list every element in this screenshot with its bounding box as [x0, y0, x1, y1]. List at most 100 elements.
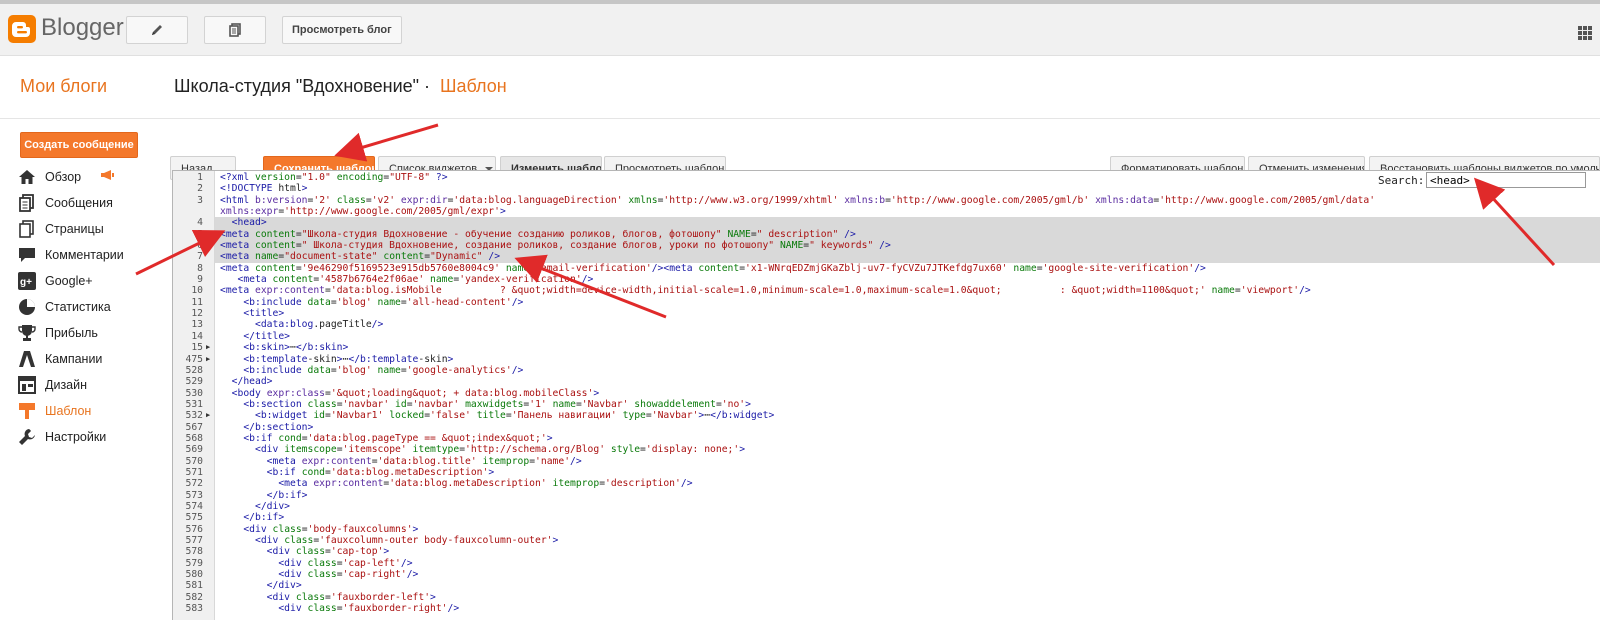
code-line[interactable]: 572 <meta expr:content='data:blog.metaDe…: [173, 478, 1600, 489]
code-line[interactable]: 10 <meta expr:content='data:blog.isMobile…: [173, 285, 1600, 296]
line-number: 579: [185, 557, 204, 569]
sidebar-item-stats[interactable]: Статистика: [18, 296, 158, 318]
line-number: 532: [185, 410, 204, 422]
sidebar-item-posts[interactable]: Сообщения: [18, 192, 158, 214]
sidebar-item-label: Сообщения: [45, 196, 113, 210]
code-line[interactable]: 15 ▶ <b:skin>⋯</b:skin>: [173, 342, 1600, 353]
code-line[interactable]: 575 </b:if>: [173, 512, 1600, 523]
new-post-button[interactable]: [126, 16, 188, 44]
wrench-icon: [18, 428, 36, 446]
code-text: </div>: [255, 500, 291, 512]
code-line[interactable]: 579 <div class='cap-left'/>: [173, 558, 1600, 569]
sidebar-item-label: Статистика: [45, 300, 111, 314]
line-number: 581: [185, 580, 204, 592]
search-input[interactable]: [1426, 172, 1586, 188]
line-number: 14: [191, 330, 203, 342]
sidebar-item-comments[interactable]: Комментарии: [18, 244, 158, 266]
code-text: <html b:version='2' class='v2' expr:dir=…: [220, 194, 1376, 206]
code-line[interactable]: 4 <head>: [173, 217, 1600, 228]
code-line[interactable]: 567 </b:section>: [173, 422, 1600, 433]
fold-arrow-icon[interactable]: ▶: [206, 342, 210, 353]
code-line[interactable]: 9 <meta content='4587b6764e2f06ae' name=…: [173, 274, 1600, 285]
code-line[interactable]: 3 <html b:version='2' class='v2' expr:dir…: [173, 195, 1600, 206]
create-post-button[interactable]: Создать сообщение: [20, 132, 138, 158]
annotation-arrow: [334, 123, 439, 162]
pages-icon: [18, 220, 36, 238]
sidebar-item-google-plus[interactable]: g+ Google+: [18, 270, 158, 292]
fold-arrow-icon[interactable]: ▶: [206, 354, 210, 365]
line-number: 578: [185, 546, 204, 558]
line-number: 4: [197, 217, 203, 229]
code-line[interactable]: 528 <b:include data='blog' name='google-…: [173, 365, 1600, 376]
code-editor[interactable]: 1 <?xml version="1.0" encoding="UTF-8" ?>…: [172, 170, 1600, 620]
code-line[interactable]: 14 </title>: [173, 331, 1600, 342]
sidebar-item-pages[interactable]: Страницы: [18, 218, 158, 240]
code-text: <b:template-skin>⋯</b:template-skin>: [243, 353, 454, 365]
code-line[interactable]: 12 <title>: [173, 308, 1600, 319]
code-line[interactable]: 11 <b:include data='blog' name='all-head…: [173, 297, 1600, 308]
my-blogs-link[interactable]: Мои блоги: [20, 76, 107, 97]
code-text: </title>: [243, 330, 291, 342]
blogger-logo-icon[interactable]: [8, 15, 36, 43]
fold-arrow-icon[interactable]: ▶: [206, 410, 210, 421]
code-content[interactable]: 1 <?xml version="1.0" encoding="UTF-8" ?>…: [173, 172, 1600, 614]
view-blog-button[interactable]: Просмотреть блог: [282, 16, 402, 44]
code-line[interactable]: 574 </div>: [173, 501, 1600, 512]
code-line[interactable]: 475 ▶ <b:template-skin>⋯</b:template-skin…: [173, 354, 1600, 365]
sidebar-item-settings[interactable]: Настройки: [18, 426, 158, 448]
layout-icon: [18, 376, 36, 394]
sidebar-item-template[interactable]: Шаблон: [18, 400, 158, 422]
code-line[interactable]: 578 <div class='cap-top'>: [173, 546, 1600, 557]
code-line[interactable]: 531 <b:section class='navbar' id='navbar…: [173, 399, 1600, 410]
sidebar-item-campaigns[interactable]: Кампании: [18, 348, 158, 370]
sidebar-item-earnings[interactable]: Прибыль: [18, 322, 158, 344]
line-number: 11: [191, 296, 203, 308]
line-number: 583: [185, 603, 204, 615]
code-line[interactable]: 5 <meta content="Школа-студия Вдохновение…: [173, 229, 1600, 240]
code-line[interactable]: 581 </div>: [173, 580, 1600, 591]
pencil-icon: [152, 25, 162, 35]
sidebar-item-label: Google+: [45, 274, 93, 288]
code-line[interactable]: 7 <meta name="document-state" content="Dy…: [173, 251, 1600, 262]
code-text: <div class='cap-top'>: [266, 546, 390, 558]
code-line[interactable]: 8 <meta content='9e46290f5169523e915db576…: [173, 263, 1600, 274]
google-plus-icon: g+: [18, 272, 36, 290]
code-text: <b:if cond='data:blog.pageType == &quot;…: [243, 432, 553, 444]
logo-text[interactable]: Blogger: [41, 14, 124, 42]
sidebar-item-layout[interactable]: Дизайн: [18, 374, 158, 396]
code-line[interactable]: 13 <data:blog.pageTitle/>: [173, 319, 1600, 330]
code-line[interactable]: 571 <b:if cond='data:blog.metaDescriptio…: [173, 467, 1600, 478]
line-number: 7: [197, 251, 203, 263]
code-line[interactable]: 573 </b:if>: [173, 490, 1600, 501]
line-number: 2: [197, 183, 203, 195]
code-line[interactable]: 580 <div class='cap-right'/>: [173, 569, 1600, 580]
code-line[interactable]: 532 ▶ <b:widget id='Navbar1' locked='fals…: [173, 410, 1600, 421]
copy-pages-icon: [229, 23, 241, 37]
code-text: <meta expr:content='data:blog.isMobile ?…: [220, 285, 1311, 297]
code-line[interactable]: 569 <div itemscope='itemscope' itemtype=…: [173, 444, 1600, 455]
code-text: <b:include data='blog' name='google-anal…: [243, 364, 524, 376]
code-text: xmlns:expr='http://www.google.com/2005/g…: [220, 206, 506, 218]
code-text: <b:section class='navbar' id='navbar' ma…: [243, 398, 751, 410]
code-line[interactable]: xmlns:expr='http://www.google.com/2005/g…: [173, 206, 1600, 217]
code-text: </b:if>: [266, 489, 308, 501]
code-line[interactable]: 582 <div class='fauxborder-left'>: [173, 592, 1600, 603]
posts-list-button[interactable]: [204, 16, 266, 44]
code-line[interactable]: 570 <meta expr:content='data:blog.title'…: [173, 456, 1600, 467]
sidebar-item-overview[interactable]: Обзор: [18, 166, 158, 188]
line-number: 576: [185, 523, 204, 535]
code-line[interactable]: 529 </head>: [173, 376, 1600, 387]
code-line[interactable]: 568 <b:if cond='data:blog.pageType == &q…: [173, 433, 1600, 444]
code-line[interactable]: 583 <div class='fauxborder-right'/>: [173, 603, 1600, 614]
code-line[interactable]: 6 <meta content=" Школа-студия Вдохновени…: [173, 240, 1600, 251]
line-number: 529: [185, 376, 204, 388]
line-number: 572: [185, 478, 204, 490]
code-line[interactable]: 530 <body expr:class='&quot;loading&quot…: [173, 388, 1600, 399]
line-number: 530: [185, 387, 204, 399]
code-text: <div class='fauxcolumn-outer body-fauxco…: [255, 535, 559, 546]
code-text: <meta content='4587b6764e2f06ae' name='y…: [237, 274, 594, 286]
code-text: <div class='fauxborder-left'>: [266, 591, 436, 603]
title-bar: Мои блоги Школа-студия "Вдохновение" · Ш…: [0, 57, 1600, 119]
code-line[interactable]: 576 <div class='body-fauxcolumns'>: [173, 524, 1600, 535]
code-line[interactable]: 577 <div class='fauxcolumn-outer body-fa…: [173, 535, 1600, 546]
